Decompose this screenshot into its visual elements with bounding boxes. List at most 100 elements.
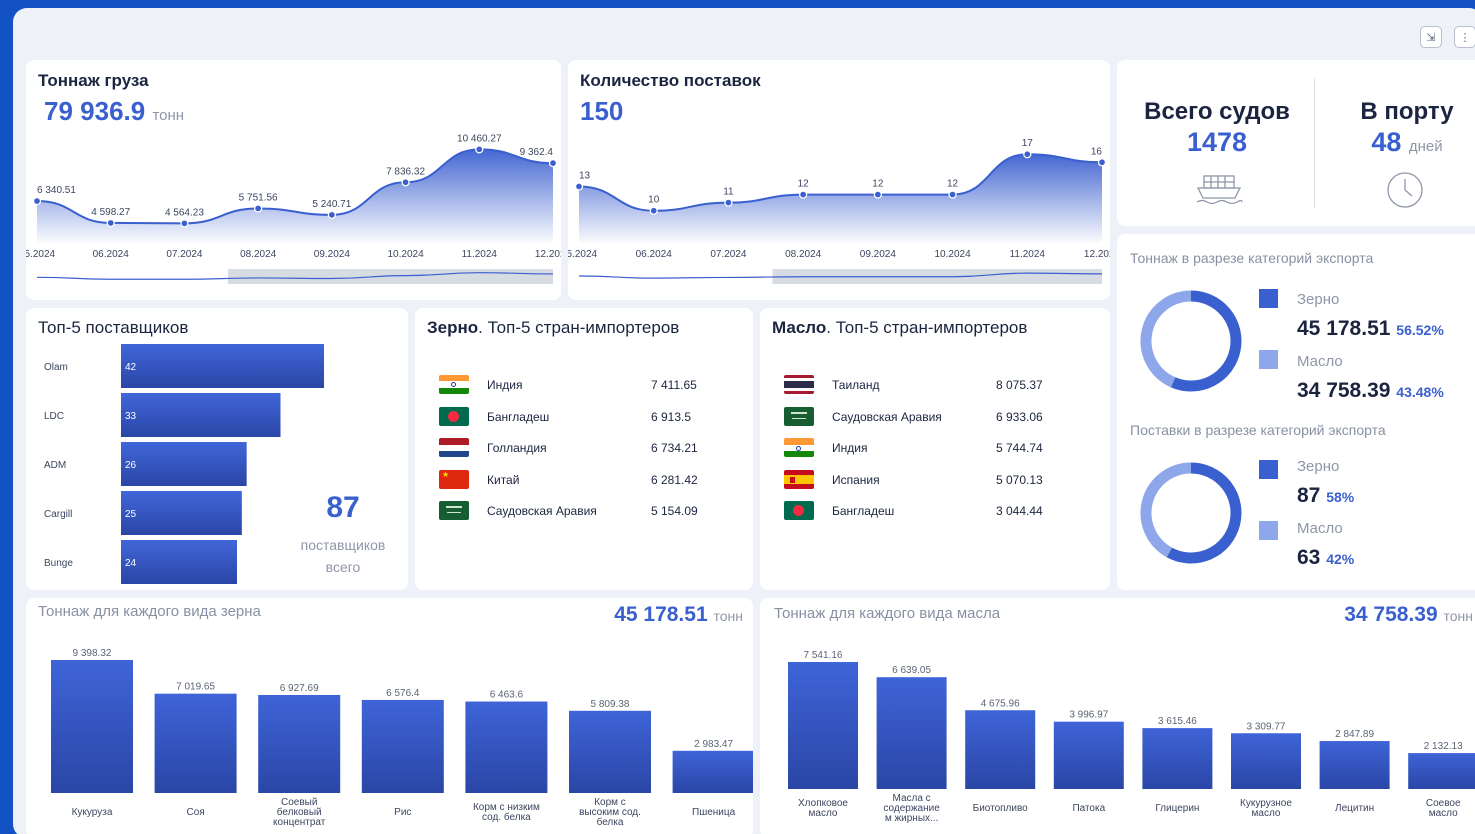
- tonnage-navigator-window: [227, 269, 554, 284]
- tonnage-point: [32, 196, 42, 206]
- tonnage-donut-slice-1: [1140, 290, 1192, 388]
- tonnage-tick-label: 07.2024: [166, 249, 203, 260]
- oil-category-label: масло: [809, 808, 838, 819]
- oil-category-label: масло: [1429, 808, 1458, 819]
- oil-importer-row[interactable]: Бангладеш 3 044.44: [760, 499, 1110, 523]
- legend-oil-label: Масло: [1297, 353, 1343, 370]
- legend-grain-swatch: [1259, 289, 1278, 308]
- grain-bar: [154, 693, 237, 793]
- deliveries-tick-label: 11.2024: [1010, 249, 1046, 260]
- oil-value-label: 3 996.97: [1069, 710, 1108, 721]
- grain-importer-value: 6 281.42: [651, 472, 698, 487]
- port-title: В порту: [1360, 98, 1454, 125]
- supplier-name: LDC: [44, 411, 64, 422]
- supplier-name: Olam: [44, 362, 68, 373]
- oil-types-bar-chart[interactable]: 7 541.16Хлопковоемасло6 639.05Масла ссод…: [760, 598, 1475, 834]
- oil-category-label: Биотопливо: [973, 803, 1029, 814]
- oil-bar: [1231, 733, 1301, 789]
- legend-grain-swatch-2: [1259, 460, 1278, 479]
- deliveries-area-chart[interactable]: 13 05.2024 10 06.2024 11 07.2024 12 08.2024 12 09…: [568, 60, 1110, 300]
- deliveries-tick-label: 09.2024: [860, 249, 897, 260]
- oil-importer-value: 3 044.44: [996, 504, 1043, 519]
- deliveries-data-label: 10: [648, 195, 660, 206]
- oil-value-label: 7 541.16: [804, 650, 843, 661]
- oil-importer-row[interactable]: Саудовская Аравия 6 933.06: [760, 405, 1110, 429]
- suppliers-bar-chart[interactable]: Olam 42 LDC 33 ADM 26 Cargill 25 Bunge 24: [26, 308, 326, 590]
- export-tonnage-donut[interactable]: [1139, 289, 1243, 393]
- deliveries-data-label: 12: [947, 179, 959, 190]
- grain-category-label: Пшеница: [692, 807, 736, 818]
- grain-importer-row[interactable]: Индия 7 411.65: [415, 373, 753, 397]
- deliveries-point: [649, 206, 658, 215]
- oil-category-label: Патока: [1072, 803, 1105, 814]
- oil-bar: [1408, 753, 1475, 789]
- grain-tonnage-number: 45 178.51: [1297, 317, 1391, 340]
- grain-importer-row[interactable]: Голландия 6 734.21: [415, 436, 753, 460]
- grain-tonnage-pct: 56.52%: [1396, 322, 1444, 338]
- grain-importer-row[interactable]: Саудовская Аравия 5 154.09: [415, 499, 753, 523]
- oil-importer-country: Бангладеш: [832, 504, 895, 519]
- grain-importers-card: Зерно. Топ-5 стран-импортеров Индия 7 411…: [415, 308, 753, 590]
- deliveries-donut-slice-1: [1140, 462, 1192, 558]
- grain-types-card: Тоннаж для каждого вида зерна 45 178.51 …: [26, 598, 753, 834]
- flag-india-icon: [439, 375, 469, 394]
- deliveries-tick-label: 08.2024: [785, 249, 822, 260]
- tonnage-tick-label: 09.2024: [314, 249, 351, 260]
- grain-importer-country: Голландия: [487, 441, 547, 456]
- tonnage-point: [106, 218, 115, 228]
- oil-importer-country: Испания: [832, 472, 880, 487]
- suppliers-total-label: поставщиков: [300, 537, 386, 553]
- grain-types-bar-chart[interactable]: 9 398.32Кукуруза7 019.65Соя6 927.69Соевы…: [26, 598, 753, 834]
- grain-value-label: 9 398.32: [73, 648, 112, 659]
- grain-importer-row[interactable]: ★ Китай 6 281.42: [415, 468, 753, 492]
- suppliers-total-label2: всего: [325, 559, 361, 575]
- oil-importer-row[interactable]: Индия 5 744.74: [760, 436, 1110, 460]
- tonnage-tick-label: 10.2024: [387, 249, 424, 260]
- oil-value-label: 2 132.13: [1424, 741, 1463, 752]
- flag-saudi-icon: [784, 406, 814, 426]
- ship-icon: [1196, 175, 1243, 205]
- tonnage-data-label: 5 751.56: [239, 192, 278, 203]
- supplier-value: 26: [125, 460, 137, 471]
- oil-importer-value: 5 070.13: [996, 472, 1043, 487]
- port-value: 48 дней: [1337, 127, 1475, 158]
- tonnage-data-label: 6 340.51: [37, 185, 76, 196]
- supplier-bar: [121, 393, 281, 437]
- collapse-icon[interactable]: ⇲: [1420, 26, 1442, 48]
- supplier-bar: [121, 344, 324, 388]
- deliveries-donut-slice-0: [1166, 462, 1242, 564]
- oil-value-label: 2 847.89: [1335, 729, 1374, 740]
- supplier-name: ADM: [44, 460, 66, 471]
- grain-importer-country: Саудовская Аравия: [487, 504, 597, 519]
- grain-value-label: 6 576.4: [386, 688, 420, 699]
- grain-category-label: белка: [597, 816, 624, 828]
- deliveries-point: [798, 190, 808, 199]
- oil-importer-row[interactable]: Таиланд 8 075.37: [760, 373, 1110, 397]
- deliveries-data-label: 11: [723, 187, 734, 198]
- flag-china-icon: ★: [439, 469, 469, 489]
- tonnage-area-chart[interactable]: 6 340.51 05.2024 4 598.27 06.2024 4 564.23 07…: [26, 60, 561, 300]
- grain-value-label: 7 019.65: [176, 682, 215, 693]
- tonnage-tick-label: 12.2024: [535, 249, 561, 260]
- legend-grain-value-2: 87 58%: [1297, 484, 1354, 508]
- tonnage-point: [180, 219, 189, 228]
- grain-importer-value: 5 154.09: [651, 504, 698, 519]
- oil-importer-value: 8 075.37: [996, 378, 1043, 392]
- oil-bar: [1319, 741, 1390, 789]
- oil-tonnage-number: 34 758.39: [1297, 379, 1391, 402]
- oil-bar: [788, 662, 858, 789]
- grain-importer-row[interactable]: Бангладеш 6 913.5: [415, 405, 753, 429]
- deliveries-data-label: 12: [872, 179, 884, 190]
- grain-deliveries-pct: 58%: [1326, 489, 1355, 505]
- export-deliveries-donut[interactable]: [1139, 461, 1243, 565]
- grain-importer-value: 7 411.65: [651, 378, 697, 392]
- more-vertical-icon[interactable]: ⋮: [1454, 26, 1475, 48]
- tonnage-card: Тоннаж груза 79 936.9 тонн 6 340.5105.20…: [26, 60, 561, 300]
- supplier-name: Bunge: [44, 558, 73, 569]
- tonnage-data-label: 9 362.4: [520, 147, 554, 158]
- oil-importers-title-rest: . Топ-5 стран-импортеров: [826, 318, 1028, 337]
- flag-saudi-icon: [439, 501, 469, 521]
- oil-importer-row[interactable]: Испания 5 070.13: [760, 468, 1110, 492]
- grain-importer-country: Индия: [487, 378, 523, 392]
- oil-value-label: 6 639.05: [892, 665, 931, 676]
